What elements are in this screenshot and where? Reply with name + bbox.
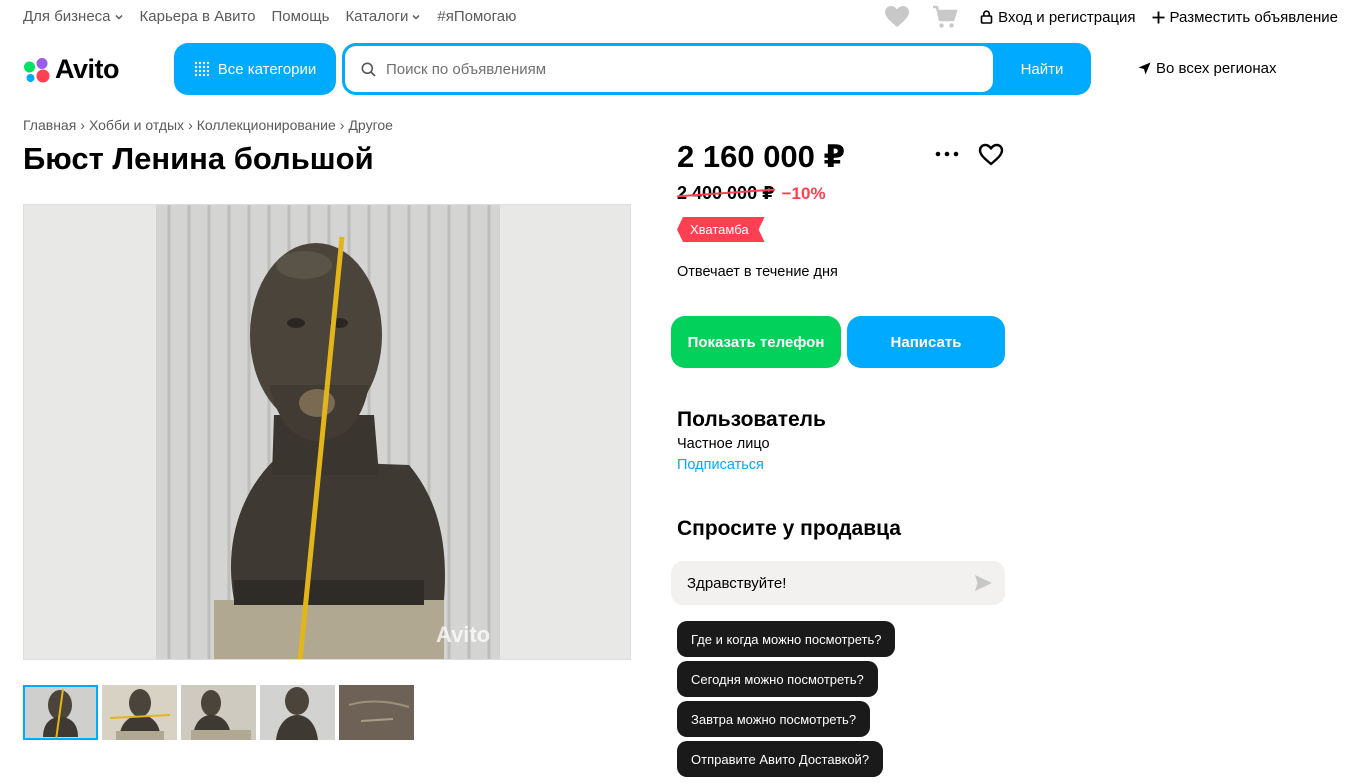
thumbnail-image [181, 685, 256, 740]
top-nav-label: Карьера в Авито [139, 8, 256, 25]
top-nav-item-career[interactable]: Карьера в Авито [140, 8, 256, 25]
post-ad-link[interactable]: Разместить объявление [1152, 9, 1338, 26]
quick-questions: Где и когда можно посмотреть? Сегодня мо… [677, 621, 896, 777]
chevron-down-icon [115, 14, 123, 20]
thumbnail[interactable] [102, 685, 177, 740]
ask-seller-input[interactable] [687, 574, 957, 592]
region-selector[interactable]: Во всех регионах [1138, 60, 1277, 77]
ask-seller-field [671, 561, 1005, 605]
plus-icon [1152, 11, 1165, 23]
old-price: 2 400 000 ₽ [677, 183, 775, 203]
show-phone-button[interactable]: Показать телефон [671, 316, 841, 368]
all-categories-label: Все категории [217, 60, 317, 78]
thumbnail-image [339, 685, 414, 740]
thumbnail[interactable] [339, 685, 414, 740]
seller-name[interactable]: Пользователь [677, 408, 826, 432]
old-price-row: 2 400 000 ₽ −10% [677, 183, 826, 204]
top-nav-item-catalogs[interactable]: Каталоги [345, 8, 421, 25]
photo-watermark: Avito [436, 622, 490, 647]
search-icon [361, 62, 376, 77]
reply-time: Отвечает в течение дня [677, 264, 838, 280]
breadcrumb-item-collecting[interactable]: Коллекционирование [197, 117, 336, 133]
login-link[interactable]: Вход и регистрация [980, 8, 1136, 26]
bust-photo: Avito [24, 205, 630, 659]
breadcrumb-separator: › [188, 117, 193, 133]
price: 2 160 000 ₽ [677, 139, 846, 174]
breadcrumb-item-other[interactable]: Другое [348, 117, 392, 133]
quick-question-chip[interactable]: Отправите Авито Доставкой? [677, 741, 884, 777]
thumbnail[interactable] [260, 685, 335, 740]
top-right-actions: Вход и регистрация Разместить объявление [884, 4, 1338, 30]
search-bar: Найти [342, 43, 1091, 95]
avito-logo-mark [24, 57, 50, 82]
thumbnail[interactable] [181, 685, 256, 740]
all-categories-button[interactable]: Все категории [174, 43, 336, 95]
search-button[interactable]: Найти [993, 43, 1091, 95]
thumbnail-image [260, 685, 335, 740]
ask-seller-title: Спросите у продавца [677, 517, 901, 540]
search-field-wrap [345, 46, 993, 92]
search-button-label: Найти [1020, 60, 1064, 78]
main-photo[interactable]: Avito [23, 204, 631, 660]
top-nav-item-business[interactable]: Для бизнеса [23, 8, 124, 25]
location-arrow-icon [1138, 62, 1151, 75]
show-phone-label: Показать телефон [687, 333, 825, 351]
logo-text: Avito [55, 54, 120, 84]
promo-badge[interactable]: Хватамба [677, 217, 765, 242]
seller-type: Частное лицо [677, 436, 770, 452]
avito-logo[interactable]: Avito [23, 54, 120, 85]
page-title: Бюст Ленина большой [23, 141, 374, 176]
quick-question-chip[interactable]: Завтра можно посмотреть? [677, 701, 871, 737]
chevron-down-icon [412, 14, 420, 20]
post-ad-label: Разместить объявление [1169, 8, 1338, 26]
cart-icon[interactable] [932, 4, 958, 30]
promo-badge-label: Хватамба [690, 222, 749, 237]
thumbnail-strip [23, 685, 414, 740]
top-nav-label: Для бизнеса [23, 8, 111, 25]
search-input[interactable] [386, 60, 946, 78]
top-bar: Для бизнеса Карьера в Авито Помощь Катал… [0, 0, 1346, 34]
subscribe-link[interactable]: Подписаться [677, 457, 764, 473]
thumbnail[interactable] [23, 685, 98, 740]
login-label: Вход и регистрация [998, 8, 1136, 26]
breadcrumb-item-hobby[interactable]: Хобби и отдых [89, 117, 184, 133]
discount-percent: −10% [781, 184, 826, 203]
send-icon[interactable] [973, 573, 993, 593]
top-nav-item-help[interactable]: Помощь [272, 8, 330, 25]
write-message-button[interactable]: Написать [847, 316, 1005, 368]
top-nav-item-help-hashtag[interactable]: #яПомогаю [437, 8, 516, 25]
top-nav-label: #яПомогаю [437, 8, 517, 25]
favorite-heart-icon[interactable] [977, 141, 1005, 169]
top-nav-label: Помощь [271, 8, 330, 25]
thumbnail-image [102, 685, 177, 740]
region-label: Во всех регионах [1156, 60, 1277, 77]
breadcrumb-separator: › [80, 117, 85, 133]
top-nav: Для бизнеса Карьера в Авито Помощь Катал… [23, 8, 516, 25]
quick-question-chip[interactable]: Где и когда можно посмотреть? [677, 621, 896, 657]
more-dots-icon[interactable] [934, 144, 960, 164]
write-message-label: Написать [890, 333, 962, 351]
thumbnail-image [23, 685, 98, 740]
lock-icon [980, 10, 993, 24]
grid-dots-icon [194, 61, 209, 77]
quick-question-chip[interactable]: Сегодня можно посмотреть? [677, 661, 878, 697]
breadcrumb: Главная › Хобби и отдых › Коллекциониров… [23, 117, 393, 133]
top-nav-label: Каталоги [345, 8, 409, 25]
breadcrumb-separator: › [339, 117, 345, 133]
breadcrumb-item-home[interactable]: Главная [23, 117, 76, 133]
heart-icon[interactable] [884, 4, 910, 30]
